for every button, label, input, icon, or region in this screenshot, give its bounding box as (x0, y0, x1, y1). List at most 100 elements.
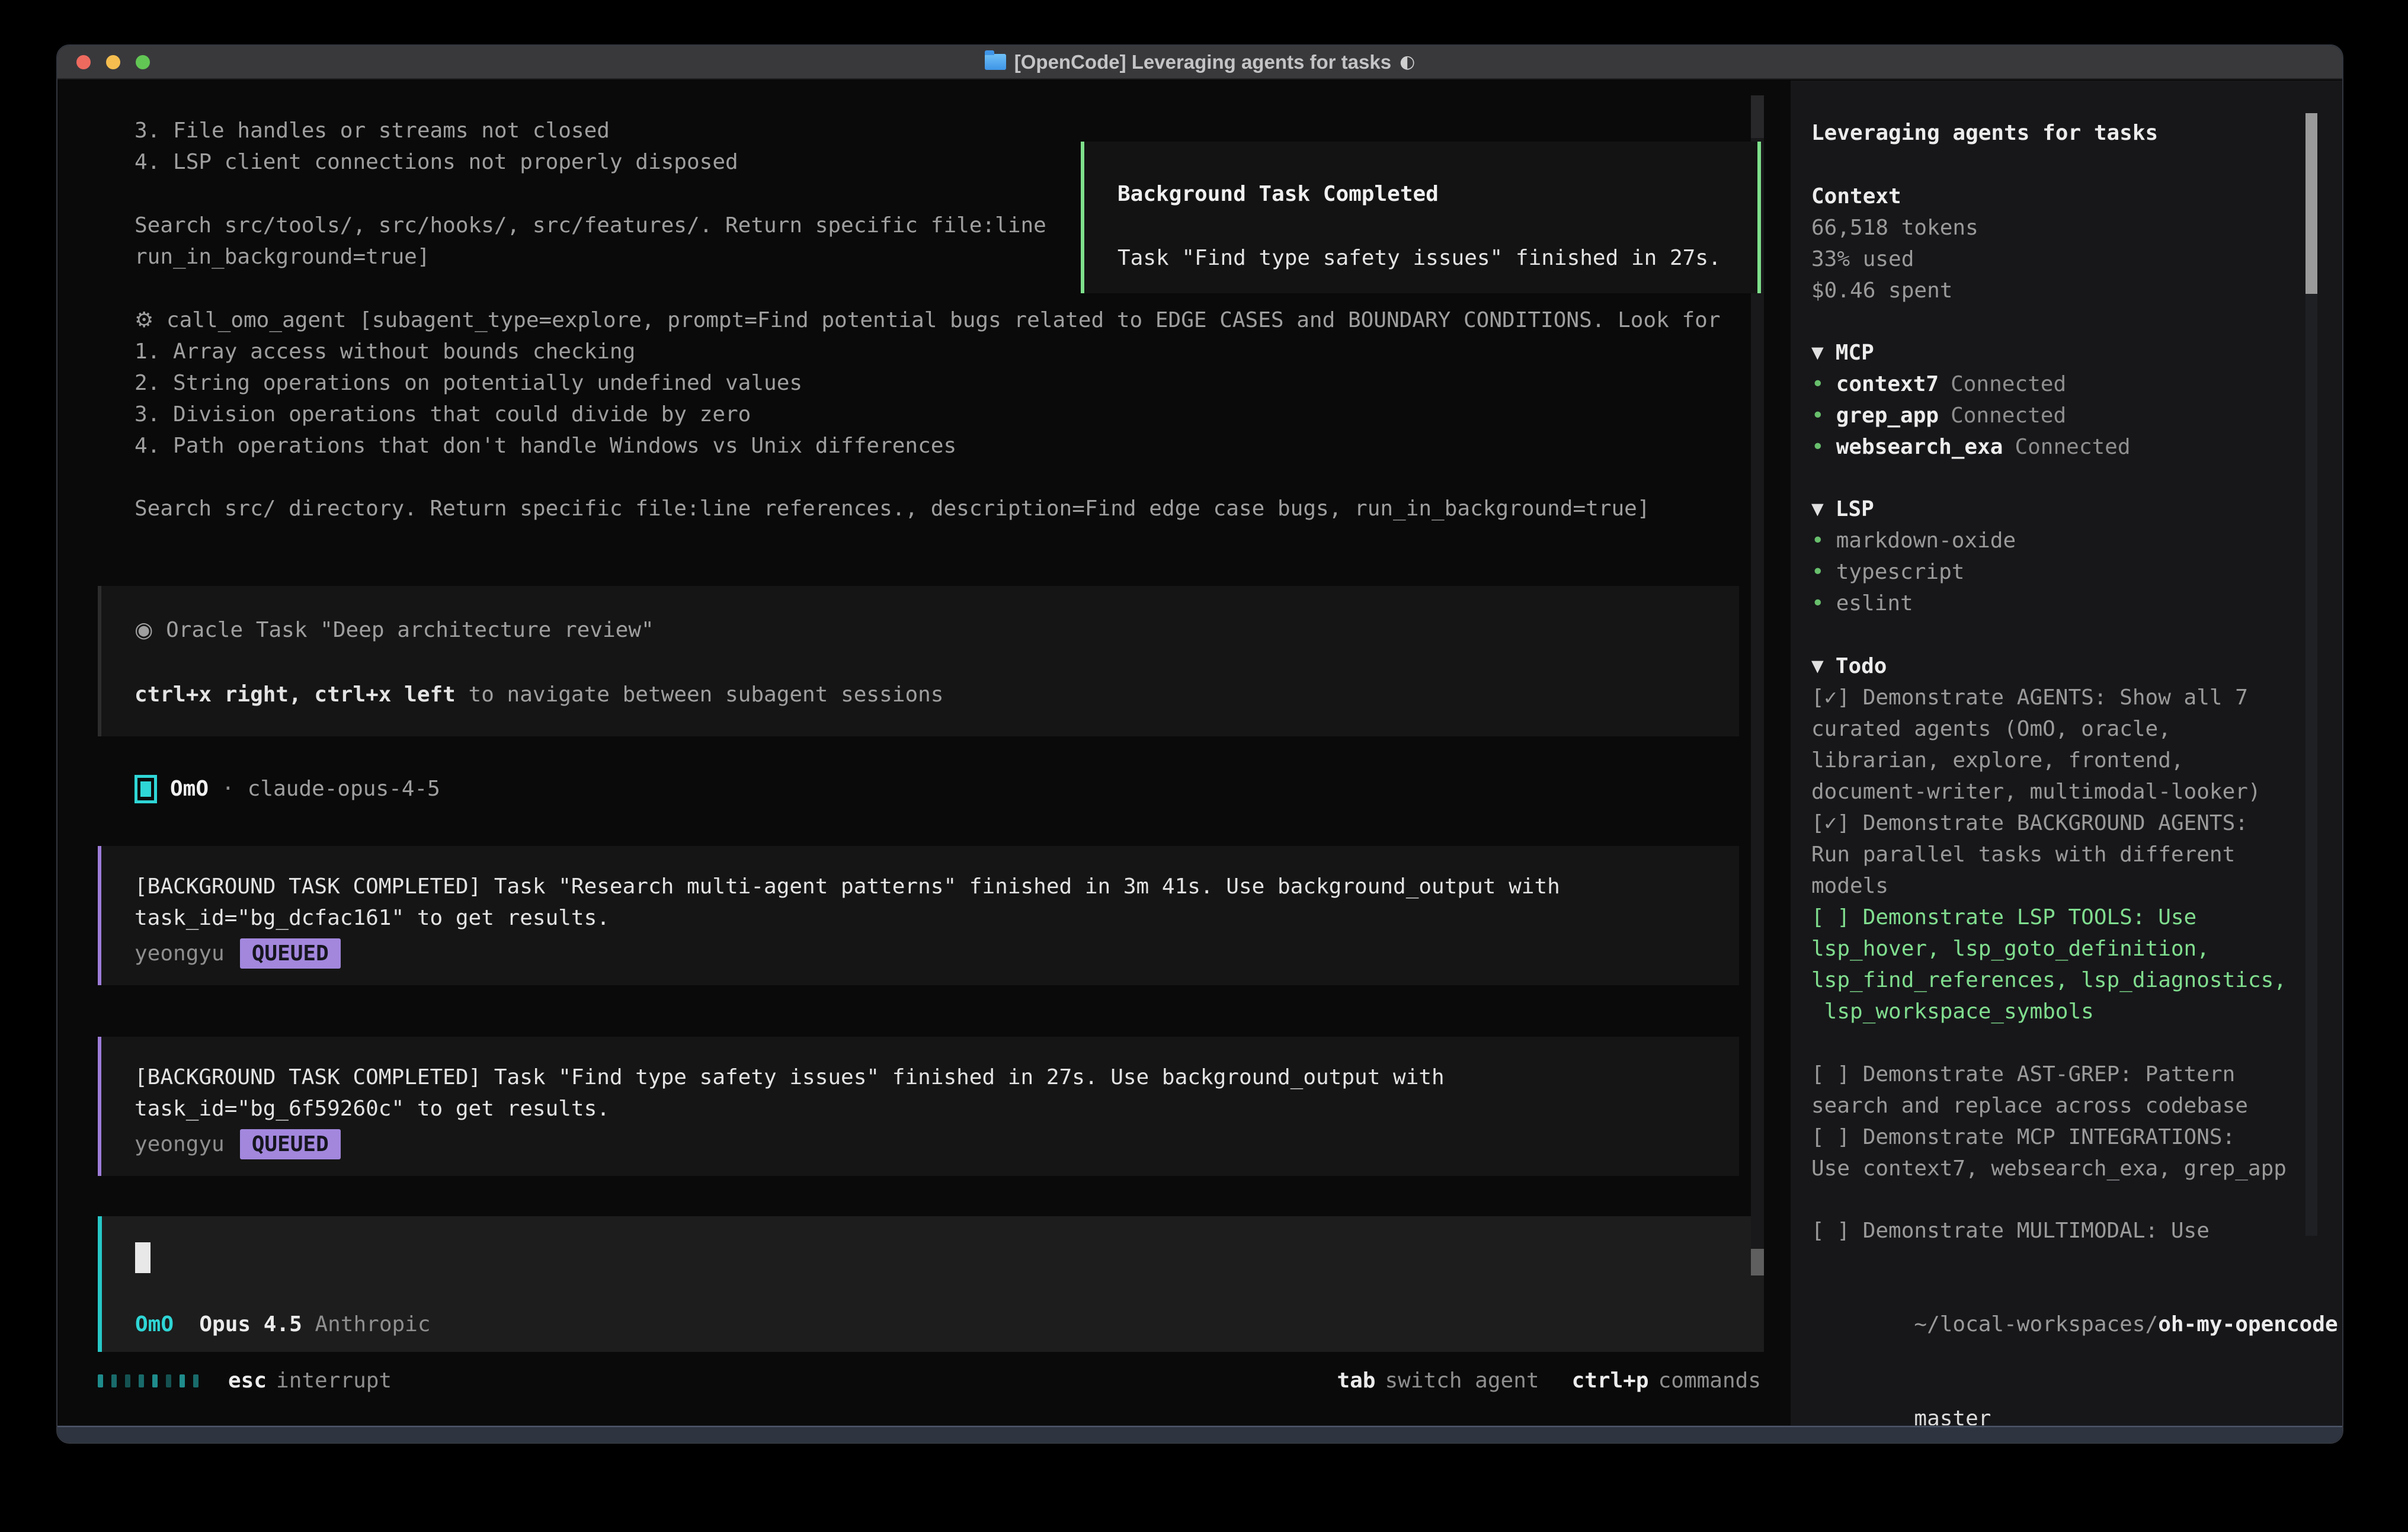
lsp-name: eslint (1836, 588, 1913, 619)
folder-icon (985, 54, 1006, 70)
ctrlp-key: ctrl+p (1572, 1368, 1649, 1393)
mcp-status: Connected (2015, 431, 2130, 463)
close-button[interactable] (76, 55, 91, 69)
workspace-prefix: ~/local-workspaces/ (1914, 1312, 2158, 1337)
terminal-window: [OpenCode] Leveraging agents for tasks ◐… (56, 44, 2343, 1444)
context-heading: Context (1811, 181, 2342, 212)
status-dot-icon: • (1811, 368, 1824, 400)
mcp-name: websearch_exa (1836, 431, 2003, 463)
gear-icon: ⚙ (135, 308, 153, 332)
ctrlp-label: commands (1658, 1368, 1761, 1393)
tab-shortcut: tab switch agent (1337, 1368, 1539, 1393)
hint-text: to navigate between subagent sessions (456, 682, 944, 707)
todo-line-pending: search and replace across codebase (1811, 1090, 2342, 1121)
mcp-item: • grep_app Connected (1811, 400, 2342, 431)
separator-dot: · (222, 773, 235, 805)
lsp-section-header[interactable]: ▼ LSP (1811, 493, 2342, 525)
todo-line-active: [ ] Demonstrate LSP TOOLS: Use (1811, 902, 2342, 933)
zoom-button[interactable] (136, 55, 150, 69)
minimize-button[interactable] (106, 55, 120, 69)
todo-line-done: Run parallel tasks with different (1811, 839, 2342, 870)
oracle-task-title-text: Oracle Task "Deep architecture review" (153, 618, 654, 642)
mcp-item: • websearch_exa Connected (1811, 431, 2342, 463)
esc-label: interrupt (276, 1368, 392, 1393)
tool-call-item: 2. String operations on potentially unde… (135, 367, 1764, 399)
status-dot-icon: • (1811, 525, 1824, 556)
input-agent-name: OmO (135, 1309, 174, 1340)
task-user: yeongyu (135, 941, 225, 966)
todo-heading-text: Todo (1836, 650, 1887, 682)
mcp-name: grep_app (1836, 400, 1939, 431)
workspace-branch: master (1811, 1371, 2342, 1425)
lsp-item: • eslint (1811, 588, 2342, 619)
mcp-item: • context7 Connected (1811, 368, 2342, 400)
background-task-notification: Background Task Completed Task "Find typ… (1081, 142, 1761, 293)
task-message-line: task_id="bg_6f59260c" to get results. (135, 1093, 1739, 1124)
todo-line-done: librarian, explore, frontend, (1811, 745, 2342, 776)
todo-line-done: curated agents (OmO, oracle, (1811, 713, 2342, 745)
spinner-icon (98, 1374, 198, 1387)
task-user: yeongyu (135, 1132, 225, 1156)
omo-agent-icon (135, 775, 157, 803)
ctrlp-shortcut: ctrl+p commands (1572, 1368, 1761, 1393)
window-bottom-edge (57, 1425, 2342, 1443)
agent-model: claude-opus-4-5 (248, 773, 440, 805)
oracle-task-card: ◉ Oracle Task "Deep architecture review"… (98, 586, 1739, 736)
status-dot-icon: • (1811, 400, 1824, 431)
titlebar: [OpenCode] Leveraging agents for tasks ◐ (57, 46, 2342, 79)
queued-badge: QUEUED (240, 938, 341, 969)
main-scrollbar-thumb[interactable] (1751, 1249, 1764, 1275)
task-message-line: [BACKGROUND TASK COMPLETED] Task "Resear… (135, 871, 1739, 902)
session-sidebar: Leveraging agents for tasks Context 66,5… (1791, 81, 2342, 1425)
context-used: 33% used (1811, 243, 2342, 275)
tool-call-block: ⚙ call_omo_agent [subagent_type=explore,… (57, 305, 1764, 524)
todo-line-done: [✓] Demonstrate BACKGROUND AGENTS: (1811, 807, 2342, 839)
traffic-lights (76, 46, 150, 78)
prompt-input[interactable]: OmO Opus 4.5 Anthropic (98, 1216, 1764, 1352)
lsp-name: typescript (1836, 556, 1965, 588)
main-scrollbar-top-thumb[interactable] (1751, 95, 1764, 138)
window-title-text: [OpenCode] Leveraging agents for tasks (1014, 51, 1391, 73)
todo-line-active: lsp_hover, lsp_goto_definition, (1811, 933, 2342, 964)
tool-call-item: 4. Path operations that don't handle Win… (135, 430, 1764, 461)
tab-label: switch agent (1385, 1368, 1539, 1393)
lsp-item: • typescript (1811, 556, 2342, 588)
input-meta-row: OmO Opus 4.5 Anthropic (135, 1309, 1764, 1340)
tool-call-item: 1. Array access without bounds checking (135, 336, 1764, 367)
subagent-nav-hint: ctrl+x right, ctrl+x left to navigate be… (135, 679, 1739, 710)
session-title: Leveraging agents for tasks (1811, 117, 2342, 149)
oracle-task-title: ◉ Oracle Task "Deep architecture review" (135, 614, 1739, 646)
context-tokens: 66,518 tokens (1811, 212, 2342, 243)
input-model-name: Opus 4.5 (174, 1309, 302, 1340)
status-dot-icon: • (1811, 588, 1824, 619)
todo-line-active: lsp_find_references, lsp_diagnostics, (1811, 964, 2342, 996)
todo-line-active: lsp_workspace_symbols (1811, 996, 2342, 1027)
tool-call-item: 3. Division operations that could divide… (135, 399, 1764, 430)
status-dot-icon: • (1811, 556, 1824, 588)
esc-shortcut: esc interrupt (228, 1368, 392, 1393)
background-task-message: [BACKGROUND TASK COMPLETED] Task "Resear… (98, 846, 1739, 985)
todo-line-done: [✓] Demonstrate AGENTS: Show all 7 (1811, 682, 2342, 713)
input-provider-name: Anthropic (302, 1309, 431, 1340)
sidebar-scrollbar[interactable] (2305, 113, 2317, 1236)
mcp-name: context7 (1836, 368, 1939, 400)
mcp-status: Connected (1951, 400, 2066, 431)
todo-line-pending: [ ] Demonstrate MULTIMODAL: Use (1811, 1215, 2342, 1246)
workspace-repo: oh-my-opencode: (2158, 1312, 2342, 1337)
hint-keys: ctrl+x right, ctrl+x left (135, 682, 456, 707)
agent-name: OmO (170, 773, 209, 805)
todo-section-header[interactable]: ▼ Todo (1811, 650, 2342, 682)
branch-name: master (1914, 1406, 1991, 1425)
lsp-item: • markdown-oxide (1811, 525, 2342, 556)
todo-line-done: document-writer, multimodal-looker) (1811, 776, 2342, 807)
chevron-down-icon: ▼ (1811, 657, 1824, 675)
sidebar-scrollbar-thumb[interactable] (2305, 113, 2317, 294)
tool-call-tail: Search src/ directory. Return specific f… (135, 493, 1764, 524)
todo-line-done: models (1811, 870, 2342, 902)
mcp-section-header[interactable]: ▼ MCP (1811, 337, 2342, 368)
tab-key: tab (1337, 1368, 1375, 1393)
lsp-heading-text: LSP (1836, 493, 1874, 525)
fisheye-icon: ◉ (135, 618, 153, 642)
chat-main-area[interactable]: 3. File handles or streams not closed 4.… (57, 81, 1764, 1425)
chevron-down-icon: ▼ (1811, 500, 1824, 518)
